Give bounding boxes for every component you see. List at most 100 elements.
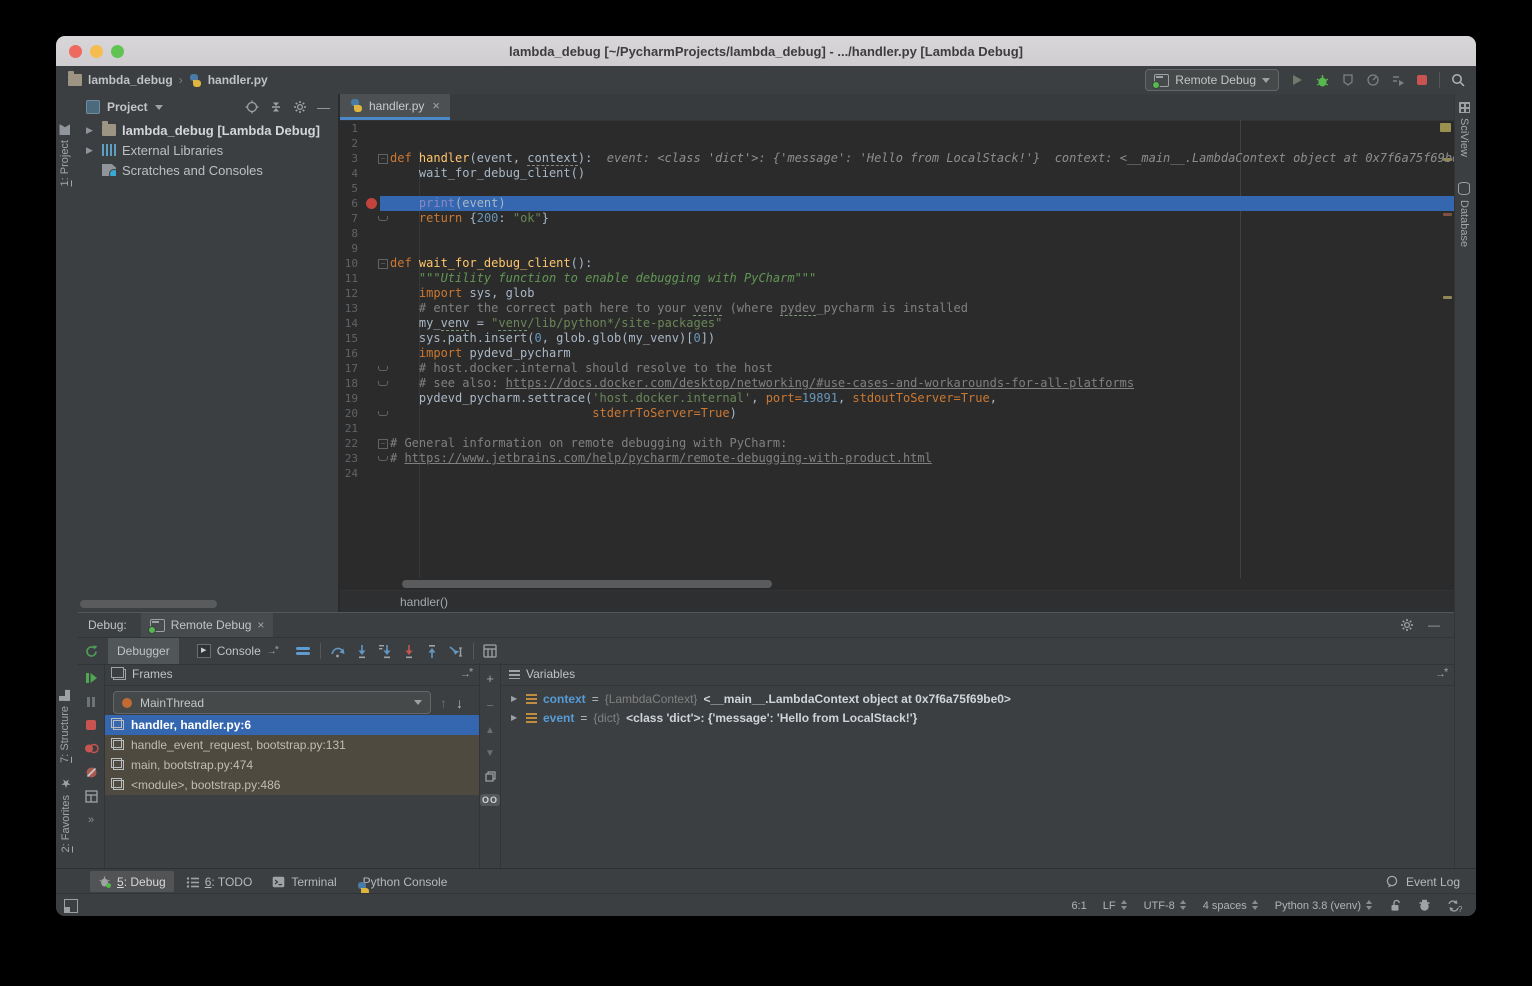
fold-marker-icon[interactable] [378, 381, 388, 386]
step-into-button[interactable] [355, 644, 369, 659]
line-number[interactable]: 20 [340, 406, 358, 421]
add-watch-button[interactable]: + [486, 671, 494, 686]
coverage-button[interactable] [1341, 73, 1355, 87]
frame-row[interactable]: handler, handler.py:6 [105, 715, 479, 735]
debug-session-tab[interactable]: Remote Debug × [141, 613, 274, 637]
evaluate-expression-icon[interactable] [483, 644, 497, 658]
tab-console[interactable]: ▶ Console →⃰ [188, 638, 286, 664]
pin-icon[interactable]: →⃰ [460, 668, 471, 680]
line-number[interactable]: 17 [340, 361, 358, 376]
debug-button[interactable] [1315, 73, 1330, 88]
line-number[interactable]: 2 [340, 136, 358, 151]
scrollbar-mark[interactable] [1443, 213, 1452, 216]
editor-hscrollbar[interactable] [340, 578, 1454, 590]
stop-session-button[interactable] [85, 719, 97, 731]
line-number[interactable]: 21 [340, 421, 358, 436]
line-number[interactable]: 8 [340, 226, 358, 241]
variable-row[interactable]: ▶context={LambdaContext}<__main__.Lambda… [501, 689, 1454, 708]
fold-marker-icon[interactable] [378, 411, 388, 416]
previous-frame-button[interactable]: ↑ [440, 695, 447, 711]
variable-row[interactable]: ▶event={dict}<class 'dict'>: {'message':… [501, 708, 1454, 727]
frame-row[interactable]: handle_event_request, bootstrap.py:131 [105, 735, 479, 755]
code-line-22[interactable]: 22−# General information on remote debug… [340, 436, 1454, 451]
line-number[interactable]: 23 [340, 451, 358, 466]
step-over-button[interactable] [330, 644, 346, 659]
close-session-icon[interactable]: × [257, 618, 264, 632]
fold-marker-icon[interactable] [378, 366, 388, 371]
code-line-1[interactable]: 1 [340, 121, 1454, 136]
hide-debug-panel-button[interactable]: — [1428, 618, 1440, 632]
code-line-14[interactable]: 14 my_venv = "venv/lib/python*/site-pack… [340, 316, 1454, 331]
stripe-tab-7-structure[interactable]: 7: Structure [59, 690, 71, 763]
expand-arrow-icon[interactable]: ▶ [511, 713, 520, 722]
status-4-spaces[interactable]: 4 spaces [1203, 900, 1259, 912]
code-line-19[interactable]: 19 pydevd_pycharm.settrace('host.docker.… [340, 391, 1454, 406]
line-number[interactable]: 11 [340, 271, 358, 286]
run-with-options-button[interactable] [1391, 73, 1405, 87]
line-number[interactable]: 14 [340, 316, 358, 331]
collapse-all-button[interactable] [269, 100, 283, 114]
rerun-button[interactable] [84, 644, 99, 659]
force-step-into-button[interactable] [378, 644, 393, 659]
code-line-20[interactable]: 20 stderrToServer=True) [340, 406, 1454, 421]
tree-item[interactable]: ▶lambda_debug [Lambda Debug] [78, 120, 338, 140]
toolwin-5-debug[interactable]: 5: Debug [90, 871, 174, 892]
restore-layout-button[interactable] [85, 790, 98, 803]
code-line-13[interactable]: 13 # enter the correct path here to your… [340, 301, 1454, 316]
code-line-17[interactable]: 17 # host.docker.internal should resolve… [340, 361, 1454, 376]
search-everywhere-icon[interactable] [1451, 73, 1466, 88]
code-line-8[interactable]: 8 [340, 226, 1454, 241]
lock-icon[interactable] [1389, 899, 1402, 912]
move-down-button[interactable]: ▼ [485, 748, 495, 759]
toolwin-python-console[interactable]: Python Console [349, 871, 456, 892]
frame-row[interactable]: <module>, bootstrap.py:486 [105, 775, 479, 795]
reload-question-icon[interactable]: ? [1447, 899, 1462, 912]
line-number[interactable]: 18 [340, 376, 358, 391]
run-to-cursor-button[interactable] [448, 644, 464, 659]
code-line-5[interactable]: 5 [340, 181, 1454, 196]
code-line-16[interactable]: 16 import pydevd_pycharm [340, 346, 1454, 361]
step-into-my-code-button[interactable] [402, 644, 416, 659]
fold-marker-icon[interactable]: − [378, 154, 388, 164]
code-line-11[interactable]: 11 """Utility function to enable debuggi… [340, 271, 1454, 286]
inspection-indicator[interactable] [1440, 123, 1451, 132]
code-line-4[interactable]: 4 wait_for_debug_client() [340, 166, 1454, 181]
pause-program-button[interactable] [85, 696, 97, 708]
code-line-24[interactable]: 24 [340, 466, 1454, 481]
remove-watch-button[interactable]: − [486, 698, 494, 713]
line-number[interactable]: 7 [340, 211, 358, 226]
status-utf-8[interactable]: UTF-8 [1144, 900, 1187, 912]
pin-icon[interactable]: →⃰ [267, 646, 277, 657]
editor-hscrollbar-thumb[interactable] [402, 580, 772, 588]
code-line-12[interactable]: 12 import sys, glob [340, 286, 1454, 301]
fold-marker-icon[interactable] [378, 456, 388, 461]
thread-select[interactable]: MainThread [113, 691, 431, 714]
gutter[interactable] [358, 196, 390, 211]
toolwin-6-todo[interactable]: 6: TODO [178, 871, 261, 892]
status-lf[interactable]: LF [1103, 900, 1128, 912]
caret-position[interactable]: 6:1 [1071, 900, 1086, 912]
line-number[interactable]: 24 [340, 466, 358, 481]
run-configuration-select[interactable]: Remote Debug [1145, 69, 1279, 91]
code-line-3[interactable]: 3−def handler(event, context): event: <c… [340, 151, 1454, 166]
profiler-button[interactable] [1366, 73, 1380, 87]
move-up-button[interactable]: ▲ [485, 725, 495, 736]
line-number[interactable]: 1 [340, 121, 358, 136]
code-line-7[interactable]: 7 return {200: "ok"} [340, 211, 1454, 226]
duplicate-watch-button[interactable] [485, 771, 496, 782]
line-number[interactable]: 19 [340, 391, 358, 406]
line-number[interactable]: 6 [340, 196, 358, 211]
scrollbar-warning-mark[interactable] [1443, 296, 1452, 299]
code-line-10[interactable]: 10−def wait_for_debug_client(): [340, 256, 1454, 271]
line-number[interactable]: 3 [340, 151, 358, 166]
hector-inspector-icon[interactable] [1418, 899, 1431, 912]
code-line-21[interactable]: 21 [340, 421, 1454, 436]
code-line-2[interactable]: 2 [340, 136, 1454, 151]
stop-button[interactable] [1416, 74, 1428, 86]
scrollbar-caret-mark[interactable] [1443, 196, 1452, 210]
close-tab-icon[interactable]: × [432, 98, 440, 113]
breakpoint-dot[interactable] [366, 198, 377, 209]
expand-arrow-icon[interactable]: ▶ [86, 145, 96, 156]
code-line-6[interactable]: 6 print(event) [340, 196, 1454, 211]
settings-gear-icon[interactable] [293, 100, 307, 114]
